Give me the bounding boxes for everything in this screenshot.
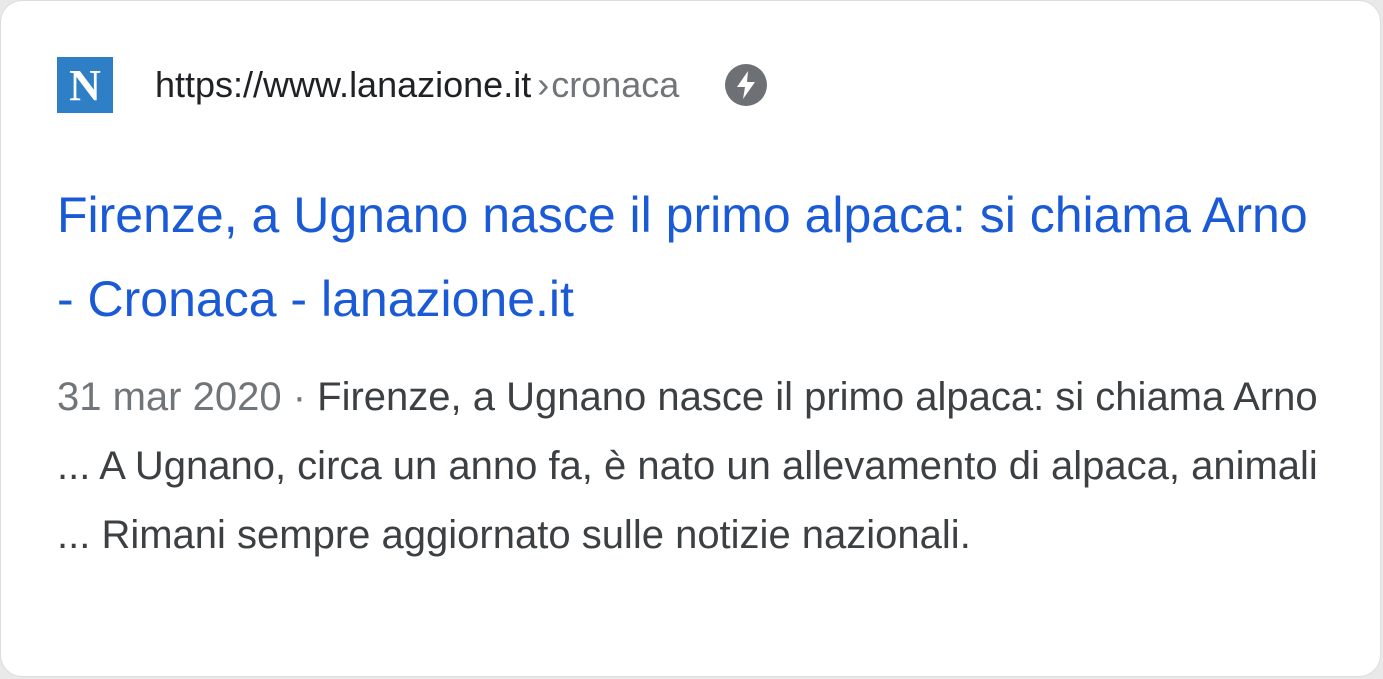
url-domain: https://www.lanazione.it (155, 64, 532, 105)
favicon-letter: N (69, 61, 101, 110)
result-source-row[interactable]: N https://www.lanazione.it ›cronaca (57, 57, 768, 113)
url-breadcrumb: cronaca (551, 64, 680, 105)
date-separator: · (281, 375, 318, 419)
breadcrumb-separator: › (537, 64, 550, 105)
amp-bolt-glyph (737, 71, 756, 99)
result-url[interactable]: https://www.lanazione.it ›cronaca (155, 67, 679, 103)
result-snippet: 31 mar 2020 · Firenze, a Ugnano nasce il… (57, 363, 1347, 570)
result-date: 31 mar 2020 (57, 375, 282, 419)
lightning-bolt-icon (725, 64, 768, 106)
site-favicon: N (57, 57, 113, 113)
result-title-link[interactable]: Firenze, a Ugnano nasce il primo alpaca:… (57, 173, 1327, 341)
search-result-card: N https://www.lanazione.it ›cronaca Firen… (0, 0, 1381, 677)
